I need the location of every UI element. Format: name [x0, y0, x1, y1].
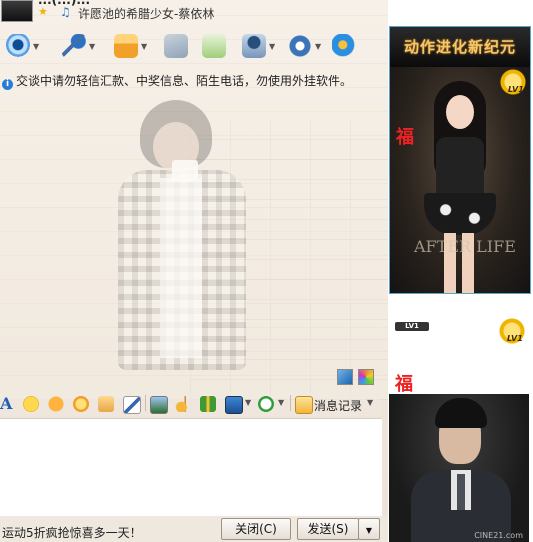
settings-button[interactable]: ▼: [284, 32, 324, 60]
message-area-icons: [332, 369, 374, 388]
fu-icon: 福: [396, 127, 414, 148]
fu-icon: 福: [395, 374, 413, 395]
ad-character-art: AFTER LIFE 福: [390, 67, 530, 293]
shake-button[interactable]: [48, 395, 66, 413]
music-button[interactable]: [175, 395, 193, 413]
chevron-down-icon[interactable]: ▼: [269, 42, 275, 51]
ad-sidebar: 动作进化新纪元 AFTER LIFE 福 LV1 LV1 LV1 福 CINE2…: [388, 0, 533, 542]
chevron-down-icon[interactable]: ▼: [245, 398, 251, 407]
hand-icon: [98, 396, 114, 412]
safety-notice: i 交谈中请勿轻信汇款、中奖信息、陌生电话，勿使用外挂软件。: [2, 72, 352, 90]
chevron-down-icon[interactable]: ▼: [367, 398, 373, 407]
app-button[interactable]: ▼: [238, 32, 278, 60]
emoticon-button[interactable]: [23, 395, 41, 413]
payment-button[interactable]: ▼: [258, 395, 288, 413]
magic-emoticon-button[interactable]: [73, 395, 91, 413]
palette-icon[interactable]: [358, 369, 374, 385]
music-icon: [175, 396, 191, 412]
celebrity-ad[interactable]: LV1 LV1 福 CINE21.com: [389, 316, 529, 542]
font-button[interactable]: A: [0, 395, 18, 413]
font-icon: A: [0, 394, 13, 413]
chevron-down-icon: ▼: [365, 526, 373, 535]
info-icon: i: [2, 79, 13, 90]
screenshot-icon: [225, 396, 243, 414]
message-history-label: 消息记录: [314, 399, 363, 413]
folder-icon: [114, 34, 138, 58]
add-group-button[interactable]: [198, 32, 238, 60]
chat-header: ...(...)... ★ ♫ 许愿池的希腊少女-蔡依林: [0, 0, 388, 24]
safety-notice-text: 交谈中请勿轻信汇款、中奖信息、陌生电话，勿使用外挂软件。: [16, 74, 353, 88]
chevron-down-icon[interactable]: ▼: [89, 42, 95, 51]
celebrity-photo: CINE21.com: [389, 394, 529, 542]
gift-button[interactable]: [200, 395, 218, 413]
close-button[interactable]: 关闭(C): [221, 518, 291, 540]
gear-icon: [288, 34, 312, 58]
gift-icon: [200, 396, 216, 412]
message-input[interactable]: [0, 418, 382, 517]
browser-button[interactable]: [328, 32, 368, 60]
send-file-button[interactable]: ▼: [110, 32, 150, 60]
ad-banner-title: 动作进化新纪元: [390, 27, 530, 67]
chat-toolbar: ▼ ▼ ▼ ▼ ▼: [0, 28, 388, 64]
smiley-icon: [23, 396, 39, 412]
contact-signature: 许愿池的希腊少女-蔡依林: [78, 7, 215, 21]
microphone-icon: [62, 34, 86, 58]
magic-emoticon-icon: [73, 396, 89, 412]
chevron-down-icon[interactable]: ▼: [315, 42, 321, 51]
shake-icon: [48, 396, 64, 412]
gesture-button[interactable]: [98, 395, 116, 413]
mail-icon: [164, 34, 188, 58]
music-note-icon[interactable]: ♫: [60, 6, 72, 18]
chat-window: ...(...)... ★ ♫ 许愿池的希腊少女-蔡依林 ▼ ▼ ▼ ▼ ▼ i…: [0, 0, 388, 542]
ad-link[interactable]: 运动5折疯抢惊喜多一天！: [2, 524, 142, 541]
photo-watermark: CINE21.com: [474, 531, 523, 540]
level-label: LV1: [508, 85, 524, 94]
resize-icon[interactable]: [337, 369, 353, 385]
browser-icon: [332, 34, 356, 58]
chevron-down-icon[interactable]: ▼: [141, 42, 147, 51]
status-bar: 运动5折疯抢惊喜多一天！ 关闭(C) 发送(S) ▼: [0, 516, 388, 542]
message-history-button[interactable]: 消息记录 ▼: [295, 395, 377, 414]
ad-logo: AFTER LIFE: [414, 237, 516, 256]
send-button[interactable]: 发送(S): [297, 518, 359, 540]
scribble-button[interactable]: [123, 395, 141, 414]
app-icon: [242, 34, 266, 58]
contact-avatar[interactable]: [1, 0, 33, 22]
mail-button[interactable]: [160, 32, 200, 60]
webcam-icon: [6, 34, 30, 58]
star-icon: ★: [38, 5, 48, 18]
chevron-down-icon[interactable]: ▼: [278, 398, 284, 407]
format-toolbar: A ▼ ▼ 消息记录 ▼: [0, 392, 382, 416]
webcam-button[interactable]: ▼: [2, 32, 42, 60]
history-icon: [295, 396, 313, 414]
screenshot-button[interactable]: ▼: [225, 395, 255, 414]
level-label: LV1: [507, 334, 523, 343]
chevron-down-icon[interactable]: ▼: [33, 42, 39, 51]
send-options-button[interactable]: ▼: [358, 518, 380, 540]
level-tag: LV1: [395, 322, 429, 331]
add-group-icon: [202, 34, 226, 58]
send-image-button[interactable]: [150, 395, 168, 414]
game-ad[interactable]: 动作进化新纪元 AFTER LIFE 福 LV1: [389, 26, 531, 294]
voice-button[interactable]: ▼: [58, 32, 98, 60]
pen-icon: [123, 396, 141, 414]
image-icon: [150, 396, 168, 414]
payment-s-icon: [258, 396, 274, 412]
